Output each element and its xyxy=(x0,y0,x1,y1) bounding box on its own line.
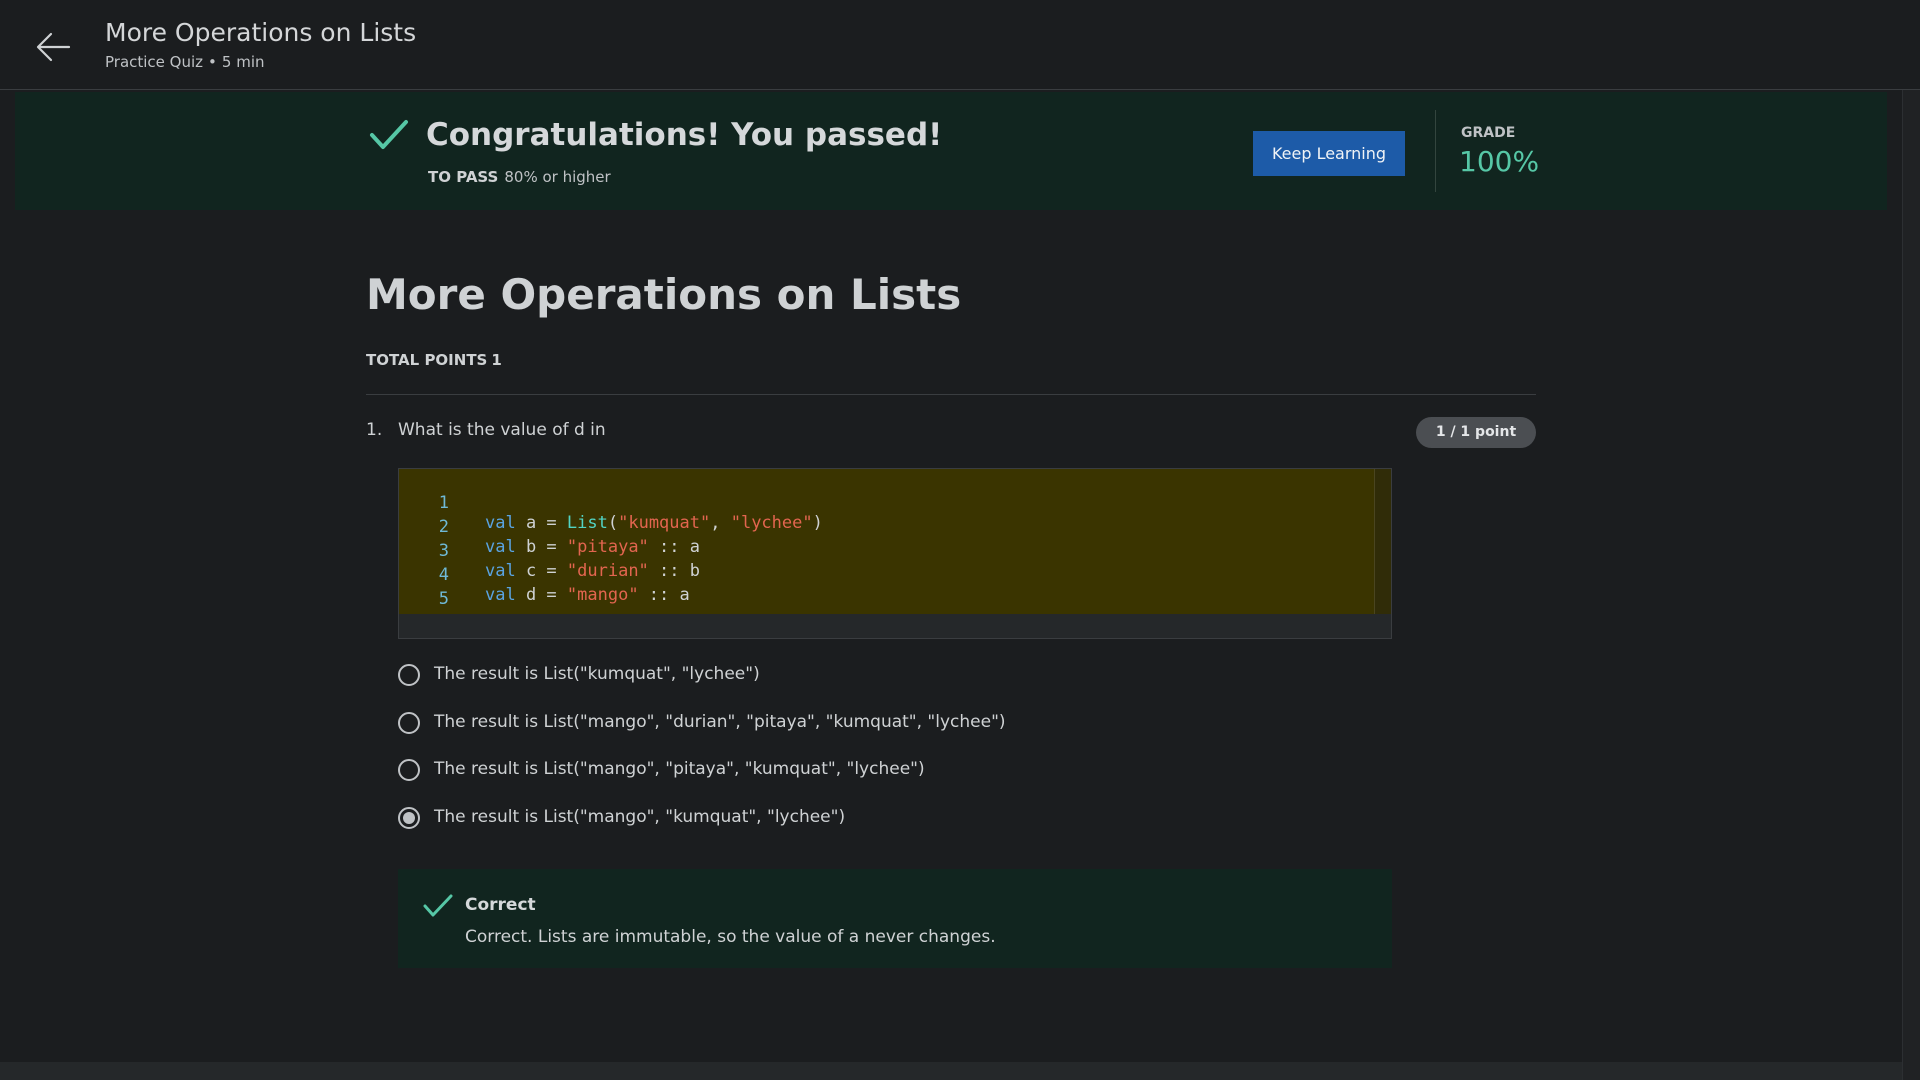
banner-divider xyxy=(1435,110,1436,192)
page-title: More Operations on Lists xyxy=(366,270,962,319)
page-scrollbar[interactable] xyxy=(1902,90,1920,1080)
code-text: val d = "mango" :: a xyxy=(485,585,690,605)
radio-button-selected[interactable] xyxy=(398,807,420,829)
subtitle-separator: • xyxy=(208,53,217,71)
radio-button[interactable] xyxy=(398,759,420,781)
radio-button[interactable] xyxy=(398,664,420,686)
option-label: The result is List("mango", "kumquat", "… xyxy=(434,807,846,827)
option-label: The result is List("mango", "durian", "p… xyxy=(434,712,1006,732)
quiz-type: Practice Quiz xyxy=(105,53,204,71)
question-number: 1. xyxy=(366,420,383,440)
code-line: 3 val c = "durian" :: b xyxy=(399,521,700,581)
total-points: TOTAL POINTS 1 xyxy=(366,351,502,369)
feedback-box: Correct Correct. Lists are immutable, so… xyxy=(398,869,1392,968)
feedback-title: Correct xyxy=(465,895,536,915)
pass-value: 80% or higher xyxy=(504,168,611,186)
code-line: 4 val d = "mango" :: a xyxy=(399,545,690,605)
code-line: 5 xyxy=(399,569,481,609)
total-points-value: 1 xyxy=(491,351,502,369)
header-subtitle: Practice Quiz • 5 min xyxy=(105,53,265,71)
code-line: 2 val b = "pitaya" :: a xyxy=(399,497,700,557)
radio-button[interactable] xyxy=(398,712,420,734)
check-icon xyxy=(423,894,453,917)
grade-label: GRADE xyxy=(1461,125,1516,141)
arrow-left-icon xyxy=(36,32,71,62)
code-text: val a = List("kumquat", "lychee") xyxy=(485,513,823,533)
quiz-page: More Operations on Lists Practice Quiz • 5… xyxy=(0,0,1920,1080)
points-badge: 1 / 1 point xyxy=(1416,417,1536,448)
divider xyxy=(366,394,1536,395)
total-points-label: TOTAL POINTS xyxy=(366,351,488,369)
code-text: val b = "pitaya" :: a xyxy=(485,537,700,557)
question-text: What is the value of d in xyxy=(398,420,606,440)
bottom-strip xyxy=(0,1062,1902,1080)
pass-requirement: TO PASS 80% or higher xyxy=(428,168,611,186)
code-block: 1 val a = List("kumquat", "lychee") 2 va… xyxy=(398,468,1392,639)
header-title: More Operations on Lists xyxy=(105,18,417,47)
code-editor[interactable]: 1 val a = List("kumquat", "lychee") 2 va… xyxy=(399,469,1374,614)
pass-label: TO PASS xyxy=(428,168,499,186)
code-scrollbar[interactable] xyxy=(1374,469,1391,614)
line-number: 5 xyxy=(438,589,449,609)
option-label: The result is List("kumquat", "lychee") xyxy=(434,664,760,684)
feedback-text: Correct. Lists are immutable, so the val… xyxy=(465,927,996,947)
code-text: val c = "durian" :: b xyxy=(485,561,700,581)
pass-title: Congratulations! You passed! xyxy=(426,117,943,153)
back-button[interactable] xyxy=(33,27,73,67)
option-label: The result is List("mango", "pitaya", "k… xyxy=(434,759,925,779)
pass-banner: Congratulations! You passed! TO PASS 80% … xyxy=(15,92,1887,210)
check-icon xyxy=(370,120,408,149)
grade-value: 100% xyxy=(1459,145,1540,178)
top-header: More Operations on Lists Practice Quiz • 5… xyxy=(0,0,1920,90)
code-line: 1 val a = List("kumquat", "lychee") xyxy=(399,473,823,533)
keep-learning-button[interactable]: Keep Learning xyxy=(1253,131,1405,176)
quiz-duration: 5 min xyxy=(221,53,265,71)
